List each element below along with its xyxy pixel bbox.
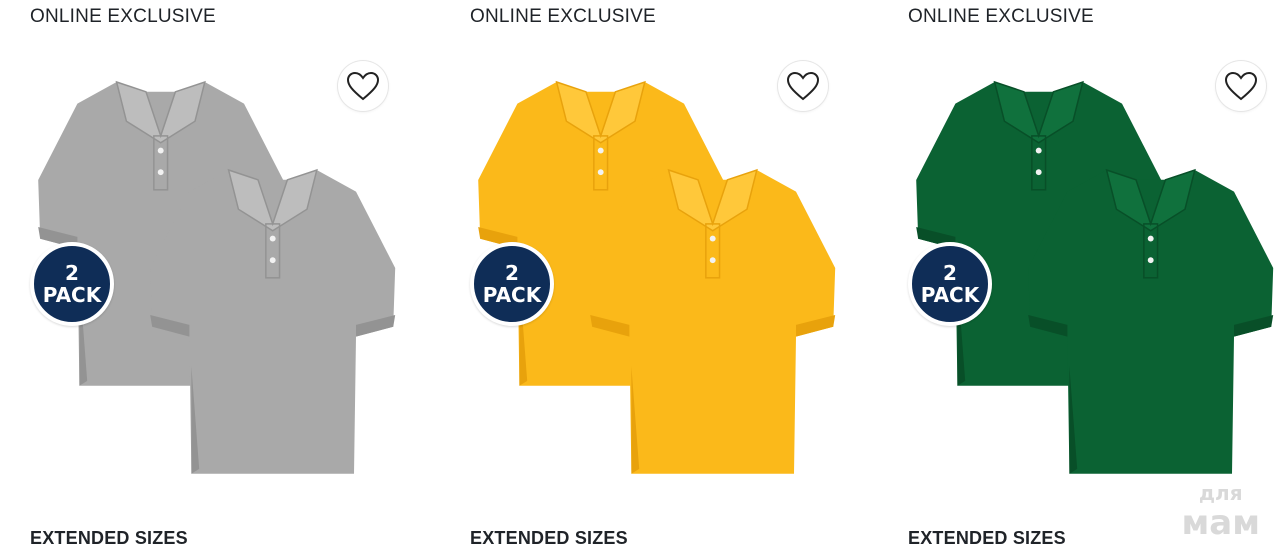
pack-label: PACK xyxy=(482,283,542,307)
watermark-line2: мам xyxy=(1181,503,1260,543)
polo-shirt xyxy=(590,168,836,474)
extended-sizes-label: EXTENDED SIZES xyxy=(470,528,628,548)
extended-sizes-label: EXTENDED SIZES xyxy=(908,528,1066,548)
two-pack-badge: 2 PACK xyxy=(908,242,992,326)
pack-count: 2 xyxy=(65,261,79,285)
pack-label: PACK xyxy=(920,283,980,307)
watermark-logo: для мам xyxy=(1181,478,1260,543)
online-exclusive-label: ONLINE EXCLUSIVE xyxy=(470,6,656,27)
product-grid: ONLINE EXCLUSIVE 2 PACK EXTENDED SIZES O… xyxy=(0,0,1280,554)
two-pack-badge: 2 PACK xyxy=(470,242,554,326)
extended-sizes-label: EXTENDED SIZES xyxy=(30,528,188,548)
pack-count: 2 xyxy=(943,261,957,285)
pack-count: 2 xyxy=(505,261,519,285)
product-card[interactable]: ONLINE EXCLUSIVE 2 PACK EXTENDED SIZES xyxy=(878,0,1280,554)
polo-shirt xyxy=(150,168,396,474)
online-exclusive-label: ONLINE EXCLUSIVE xyxy=(30,6,216,27)
online-exclusive-label: ONLINE EXCLUSIVE xyxy=(908,6,1094,27)
two-pack-badge: 2 PACK xyxy=(30,242,114,326)
product-card[interactable]: ONLINE EXCLUSIVE 2 PACK EXTENDED SIZES xyxy=(440,0,860,554)
product-card[interactable]: ONLINE EXCLUSIVE 2 PACK EXTENDED SIZES xyxy=(0,0,420,554)
polo-shirt xyxy=(1028,168,1274,474)
pack-label: PACK xyxy=(42,283,102,307)
